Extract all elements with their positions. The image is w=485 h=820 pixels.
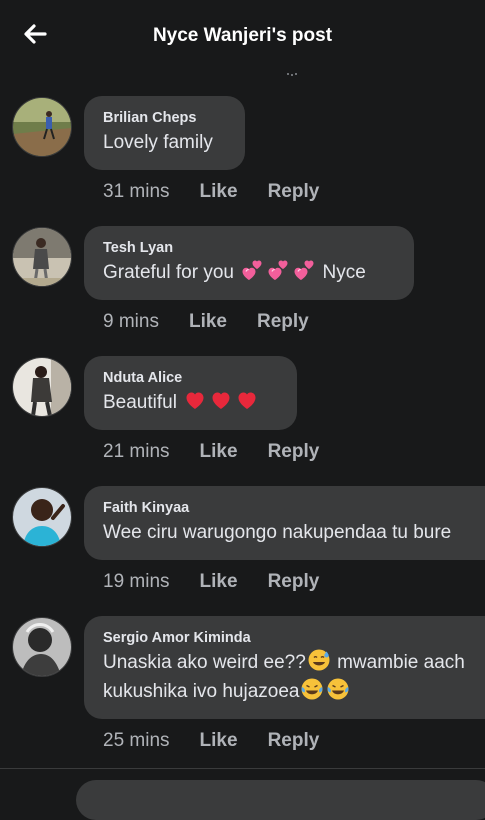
red-heart-icon	[209, 388, 233, 412]
comment-actions: 19 mins Like Reply	[103, 571, 319, 593]
comment-actions: 9 mins Like Reply	[103, 311, 309, 333]
reply-button[interactable]: Reply	[268, 730, 320, 751]
comment-bubble[interactable]: Brilian Cheps Lovely family	[84, 96, 245, 170]
comment-text-part: kukushika ivo hujazoea	[103, 681, 300, 702]
comment-author[interactable]: Tesh Lyan	[103, 238, 394, 258]
comment-text: Beautiful	[103, 388, 277, 417]
grinning-sweat-icon	[307, 648, 331, 672]
comment-text: Unaskia ako weird ee?? mwambie aach	[103, 648, 465, 677]
reply-button[interactable]: Reply	[257, 311, 309, 332]
avatar[interactable]	[12, 487, 72, 547]
comment-author[interactable]: Nduta Alice	[103, 368, 277, 388]
comment-bubble[interactable]: Nduta Alice Beautiful	[84, 356, 297, 430]
reply-button[interactable]: Reply	[268, 571, 320, 592]
tears-of-joy-icon	[300, 677, 324, 701]
comment-text: kukushika ivo hujazoea	[103, 677, 465, 706]
comment-time[interactable]: 19 mins	[103, 571, 170, 592]
comment-text: Lovely family	[103, 132, 213, 153]
comment-text-part: Unaskia ako weird ee??	[103, 652, 306, 673]
comment-author[interactable]: Sergio Amor Kiminda	[103, 628, 465, 648]
comment-bubble[interactable]: Tesh Lyan Grateful for you Nyce	[84, 226, 414, 300]
page-title: Nyce Wanjeri's post	[152, 25, 333, 46]
red-heart-icon	[183, 388, 207, 412]
more-comments-indicator	[287, 72, 297, 76]
like-button[interactable]: Like	[189, 311, 227, 332]
comment-text: Grateful for you Nyce	[103, 258, 394, 287]
revolving-hearts-icon	[240, 258, 264, 282]
comment-time[interactable]: 9 mins	[103, 311, 159, 332]
comment-actions: 21 mins Like Reply	[103, 441, 319, 463]
avatar[interactable]	[12, 97, 72, 157]
like-button[interactable]: Like	[200, 181, 238, 202]
avatar[interactable]	[12, 617, 72, 677]
comment-author[interactable]: Faith Kinyaa	[103, 498, 465, 518]
comment-bubble[interactable]: Faith Kinyaa Wee ciru warugongo nakupend…	[84, 486, 485, 560]
reply-button[interactable]: Reply	[268, 441, 320, 462]
comment-text: Wee ciru warugongo nakupendaa tu bure	[103, 522, 452, 543]
comment-text-part: Grateful for you	[103, 262, 234, 283]
comment-time[interactable]: 31 mins	[103, 181, 170, 202]
reply-button[interactable]: Reply	[268, 181, 320, 202]
like-button[interactable]: Like	[200, 571, 238, 592]
red-heart-icon	[235, 388, 259, 412]
top-bar: Nyce Wanjeri's post	[0, 0, 485, 70]
comment-actions: 31 mins Like Reply	[103, 181, 319, 203]
comment-time[interactable]: 25 mins	[103, 730, 170, 751]
tears-of-joy-icon	[326, 677, 350, 701]
comment-text-part: Nyce	[322, 262, 366, 283]
comment-bubble[interactable]: Sergio Amor Kiminda Unaskia ako weird ee…	[84, 616, 485, 719]
revolving-hearts-icon	[266, 258, 290, 282]
revolving-hearts-icon	[292, 258, 316, 282]
comment-author[interactable]: Brilian Cheps	[103, 108, 225, 128]
avatar[interactable]	[12, 227, 72, 287]
divider	[0, 768, 485, 769]
comment-input[interactable]	[76, 780, 485, 820]
comment-time[interactable]: 21 mins	[103, 441, 170, 462]
like-button[interactable]: Like	[200, 441, 238, 462]
like-button[interactable]: Like	[200, 730, 238, 751]
comment-text-part: mwambie aach	[337, 652, 465, 673]
comment-actions: 25 mins Like Reply	[103, 730, 319, 752]
comment-text-part: Beautiful	[103, 392, 177, 413]
avatar[interactable]	[12, 357, 72, 417]
